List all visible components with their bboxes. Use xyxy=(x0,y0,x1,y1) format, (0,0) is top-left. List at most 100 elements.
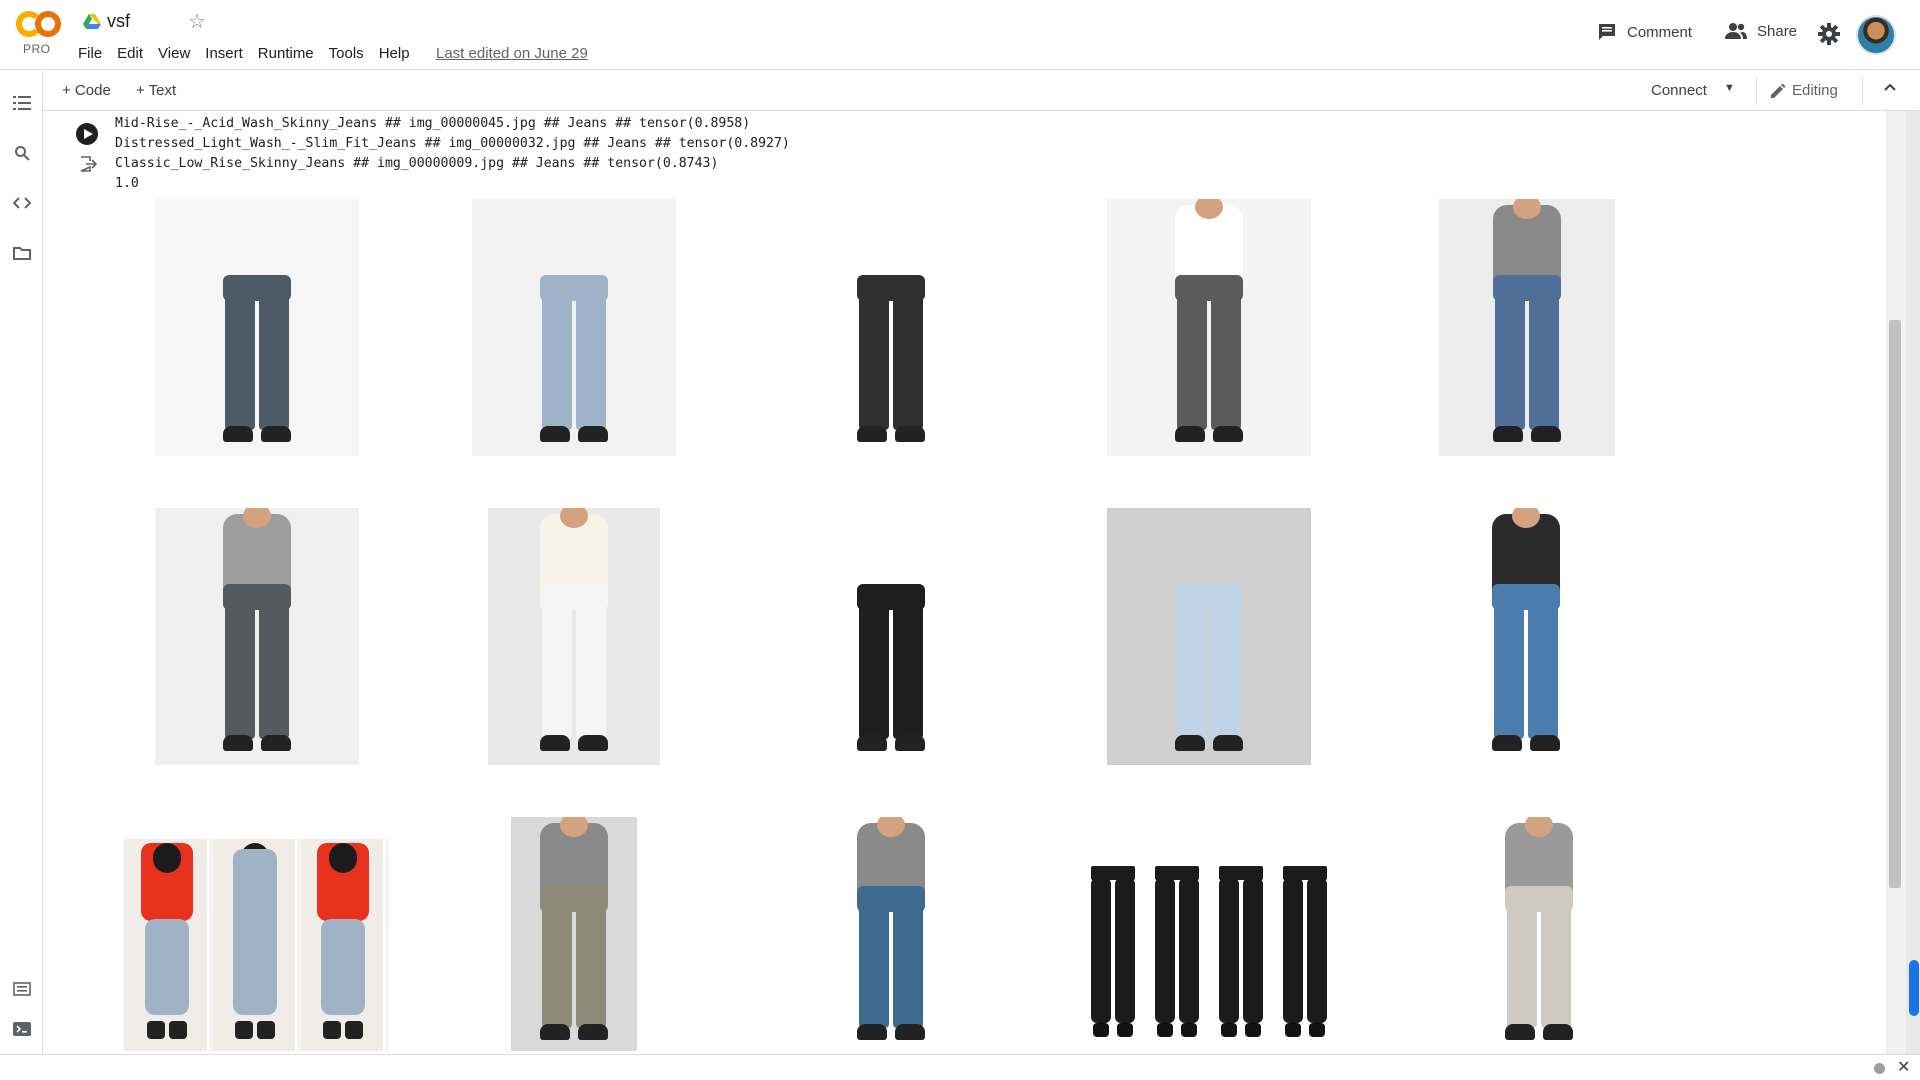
white-cropped-jeans-photo xyxy=(488,508,660,765)
jean-leg xyxy=(576,281,606,430)
comment-icon xyxy=(1599,24,1615,40)
grey-acid-wash-ripped-jeans-photo xyxy=(1107,199,1311,456)
photo-shape xyxy=(223,735,253,751)
photo-shape xyxy=(1285,1023,1301,1037)
photo-shape xyxy=(1531,426,1561,442)
photo-shape xyxy=(1175,426,1205,442)
photo-shape xyxy=(1213,426,1243,442)
output-scrollbar-thumb[interactable] xyxy=(1889,320,1901,888)
black-coated-jeans-lineup-photo xyxy=(1077,866,1341,1051)
user-avatar[interactable] xyxy=(1856,15,1896,55)
menu-edit[interactable]: Edit xyxy=(117,45,143,62)
jean-leg xyxy=(1211,281,1241,430)
jean-leg xyxy=(542,281,572,430)
menu-help[interactable]: Help xyxy=(379,45,410,62)
photo-shape xyxy=(1505,1024,1535,1040)
connect-dropdown-caret-icon[interactable]: ▼ xyxy=(1724,82,1735,94)
settings-gear-icon[interactable] xyxy=(1818,23,1840,50)
star-icon[interactable]: ☆ xyxy=(188,11,206,33)
photo-shape xyxy=(321,919,365,1015)
jean-leg xyxy=(893,590,923,739)
photo-shape xyxy=(540,426,570,442)
menu-file[interactable]: File xyxy=(78,45,102,62)
jean-leg xyxy=(1494,590,1524,739)
files-folder-icon[interactable] xyxy=(12,243,32,263)
jean-leg xyxy=(542,590,572,739)
photo-shape xyxy=(153,843,181,873)
medium-blue-skinny-jeans-photo xyxy=(1424,508,1628,765)
photo-shape xyxy=(895,1024,925,1040)
photo-shape xyxy=(1155,878,1175,1023)
photo-shape xyxy=(578,1024,608,1040)
page-scrollbar-thumb[interactable] xyxy=(1909,960,1919,1016)
comment-label: Comment xyxy=(1627,23,1693,41)
jean-leg xyxy=(259,590,289,739)
output-line: Classic_Low_Rise_Skinny_Jeans ## img_000… xyxy=(115,156,719,171)
jean-leg xyxy=(542,892,572,1028)
runtime-status-indicator xyxy=(1874,1063,1885,1074)
share-button[interactable]: Share xyxy=(1725,22,1797,40)
photo-shape xyxy=(235,1021,253,1039)
photo-shape xyxy=(1243,878,1263,1023)
menu-insert[interactable]: Insert xyxy=(205,45,243,62)
photo-shape xyxy=(1093,1023,1109,1037)
jean-leg xyxy=(259,281,289,430)
people-icon xyxy=(1725,23,1747,39)
page-scrollbar[interactable] xyxy=(1906,111,1920,1054)
jean-leg xyxy=(1211,590,1241,739)
search-icon[interactable] xyxy=(12,143,32,163)
photo-shape xyxy=(1175,735,1205,751)
mens-grey-jeans-photo xyxy=(511,817,637,1051)
jean-leg xyxy=(1529,281,1559,430)
photo-shape xyxy=(1221,1023,1237,1037)
run-cell-button[interactable] xyxy=(76,123,98,145)
command-palette-icon[interactable] xyxy=(12,979,32,999)
jean-leg xyxy=(859,892,889,1028)
photo-shape xyxy=(1245,1023,1261,1037)
grey-skinny-jeans-walking-photo xyxy=(155,508,359,765)
photo-shape xyxy=(1117,1023,1133,1037)
connect-button[interactable]: Connect xyxy=(1651,82,1707,99)
photo-shape xyxy=(1543,1024,1573,1040)
menu-runtime[interactable]: Runtime xyxy=(258,45,314,62)
photo-shape xyxy=(578,426,608,442)
code-cell: Mid-Rise_-_Acid_Wash_Skinny_Jeans ## img… xyxy=(43,111,1886,1054)
jean-leg xyxy=(225,590,255,739)
jean-leg xyxy=(1528,590,1558,739)
terminal-icon[interactable] xyxy=(12,1019,32,1039)
jean-leg xyxy=(1177,281,1207,430)
photo-shape xyxy=(1283,878,1303,1023)
photo-shape xyxy=(895,426,925,442)
menu-tools[interactable]: Tools xyxy=(329,45,364,62)
collapse-header-chevron-up-icon[interactable] xyxy=(1882,79,1898,98)
add-text-button[interactable]: + Text xyxy=(136,82,176,99)
table-of-contents-icon[interactable] xyxy=(12,93,32,113)
photo-shape xyxy=(1492,735,1522,751)
photo-shape xyxy=(1493,426,1523,442)
photo-shape xyxy=(261,735,291,751)
comment-button[interactable]: Comment xyxy=(1597,22,1692,42)
editing-mode-button[interactable]: Editing xyxy=(1770,82,1838,99)
photo-shape xyxy=(329,843,357,873)
black-faded-jeans-photo xyxy=(789,199,993,456)
photo-shape xyxy=(345,1021,363,1039)
notebook-title[interactable]: vsf xyxy=(107,11,130,32)
output-actions-icon[interactable] xyxy=(79,155,98,178)
add-code-button[interactable]: + Code xyxy=(62,82,111,99)
status-bar: ✕ xyxy=(0,1054,1920,1080)
photo-shape xyxy=(1179,878,1199,1023)
app-header: PRO vsf ☆ File Edit View Insert Runtime … xyxy=(0,0,1920,70)
photo-shape xyxy=(895,735,925,751)
close-icon[interactable]: ✕ xyxy=(1897,1057,1910,1077)
code-snippets-icon[interactable] xyxy=(12,193,32,213)
jean-leg xyxy=(1177,590,1207,739)
last-edited-link[interactable]: Last edited on June 29 xyxy=(436,45,588,62)
photo-shape xyxy=(233,849,277,1015)
jean-leg xyxy=(1495,281,1525,430)
photo-shape xyxy=(323,1021,341,1039)
photo-shape xyxy=(257,1021,275,1039)
photo-shape xyxy=(857,1024,887,1040)
jean-leg xyxy=(893,281,923,430)
jean-leg xyxy=(576,892,606,1028)
menu-view[interactable]: View xyxy=(158,45,190,62)
